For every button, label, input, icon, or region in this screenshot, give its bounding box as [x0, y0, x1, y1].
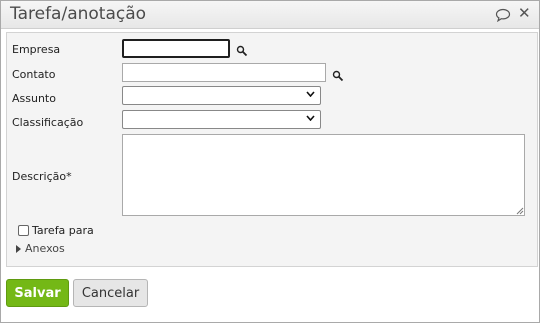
descricao-textarea[interactable]: [122, 134, 525, 216]
resize-grip-icon[interactable]: [516, 207, 524, 215]
chevron-down-icon: [306, 91, 315, 97]
dialog-title: Tarefa/anotação: [10, 4, 147, 24]
anexos-toggle[interactable]: Anexos: [25, 242, 65, 255]
dialog-titlebar[interactable]: Tarefa/anotação ✕: [1, 1, 539, 29]
tarefa-para-label[interactable]: Tarefa para: [32, 224, 94, 237]
save-button[interactable]: Salvar: [6, 279, 69, 307]
cancel-button[interactable]: Cancelar: [73, 279, 148, 307]
speech-bubble-icon[interactable]: [495, 7, 511, 23]
empresa-search-icon[interactable]: [236, 42, 248, 57]
classificacao-select[interactable]: [122, 110, 321, 129]
contato-search-icon[interactable]: [332, 67, 344, 82]
classificacao-label: Classificação: [12, 116, 84, 129]
descricao-label: Descrição*: [12, 170, 72, 183]
empresa-input[interactable]: [122, 39, 230, 58]
expand-triangle-icon[interactable]: [16, 245, 21, 253]
assunto-select[interactable]: [122, 86, 321, 105]
chevron-down-icon: [306, 115, 315, 121]
close-icon[interactable]: ✕: [518, 4, 531, 22]
assunto-label: Assunto: [12, 92, 56, 105]
contato-input[interactable]: [122, 63, 326, 82]
task-dialog: Tarefa/anotação ✕ Empresa Contato Assunt…: [0, 0, 540, 323]
tarefa-para-checkbox[interactable]: [18, 225, 29, 236]
empresa-label: Empresa: [12, 43, 61, 56]
form-panel: Empresa Contato Assunto Classificação De…: [6, 32, 538, 267]
contato-label: Contato: [12, 68, 56, 81]
